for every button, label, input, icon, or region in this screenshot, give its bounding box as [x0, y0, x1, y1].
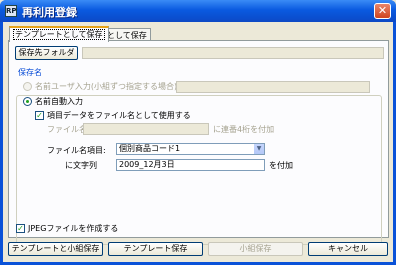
cancel-button[interactable]: キャンセル: [308, 242, 388, 256]
checkbox-use-item-data-label: 項目データをファイル名として使用する: [47, 111, 191, 120]
checkbox-use-item-data[interactable]: ✓: [35, 111, 44, 120]
dialog-window: RP 再利用登録 ✕ テンプレートとして保存 小組として保存 保存先フォルダ 保…: [0, 0, 396, 265]
radio-selected-dot: [26, 100, 29, 103]
chevron-down-icon[interactable]: ▼: [254, 144, 264, 154]
save-folder-button[interactable]: 保存先フォルダ: [15, 46, 78, 60]
tab-template-save[interactable]: テンプレートとして保存: [9, 26, 109, 42]
append-string-input[interactable]: 2009_12月3日: [116, 159, 265, 171]
checkbox-create-jpeg[interactable]: ✓: [16, 224, 25, 233]
file-name-field: [83, 123, 209, 135]
app-icon: RP: [5, 5, 17, 17]
append-string-suffix: を付加: [269, 161, 293, 170]
window-title: 再利用登録: [22, 6, 77, 19]
radio-auto-input[interactable]: [23, 97, 32, 106]
radio-user-input-label: 名前ユーザ入力(小組ずつ指定する場合): [35, 82, 178, 91]
radio-user-input[interactable]: [23, 82, 32, 91]
tab-template-save-label: テンプレートとして保存: [13, 29, 105, 40]
save-name-group-title: 保存名: [16, 67, 44, 78]
save-folder-field: [82, 47, 384, 59]
file-item-label: ファイル名項目:: [47, 146, 106, 155]
close-button[interactable]: ✕: [374, 3, 391, 19]
tab-panel: 保存先フォルダ: [8, 40, 389, 245]
file-item-select[interactable]: 個別商品コード1 ▼: [116, 143, 265, 155]
radio-auto-input-label: 名前自動入力: [35, 97, 83, 106]
file-item-selected-value: 個別商品コード1: [119, 144, 181, 153]
file-name-suffix: に連番4桁を付加: [213, 125, 275, 134]
checkbox-create-jpeg-label: JPEGファイルを作成する: [28, 224, 119, 233]
template-save-button[interactable]: テンプレート保存: [108, 242, 203, 256]
dialog-client: テンプレートとして保存 小組として保存 保存先フォルダ 保存名 名前ユーザ入力(…: [3, 22, 393, 262]
append-string-label: に文字列: [65, 161, 97, 170]
title-bar[interactable]: RP 再利用登録 ✕: [0, 0, 396, 22]
template-and-small-save-button[interactable]: テンプレートと小組保存: [8, 242, 103, 256]
user-input-field: [176, 81, 370, 93]
small-save-button[interactable]: 小組保存: [208, 242, 303, 256]
